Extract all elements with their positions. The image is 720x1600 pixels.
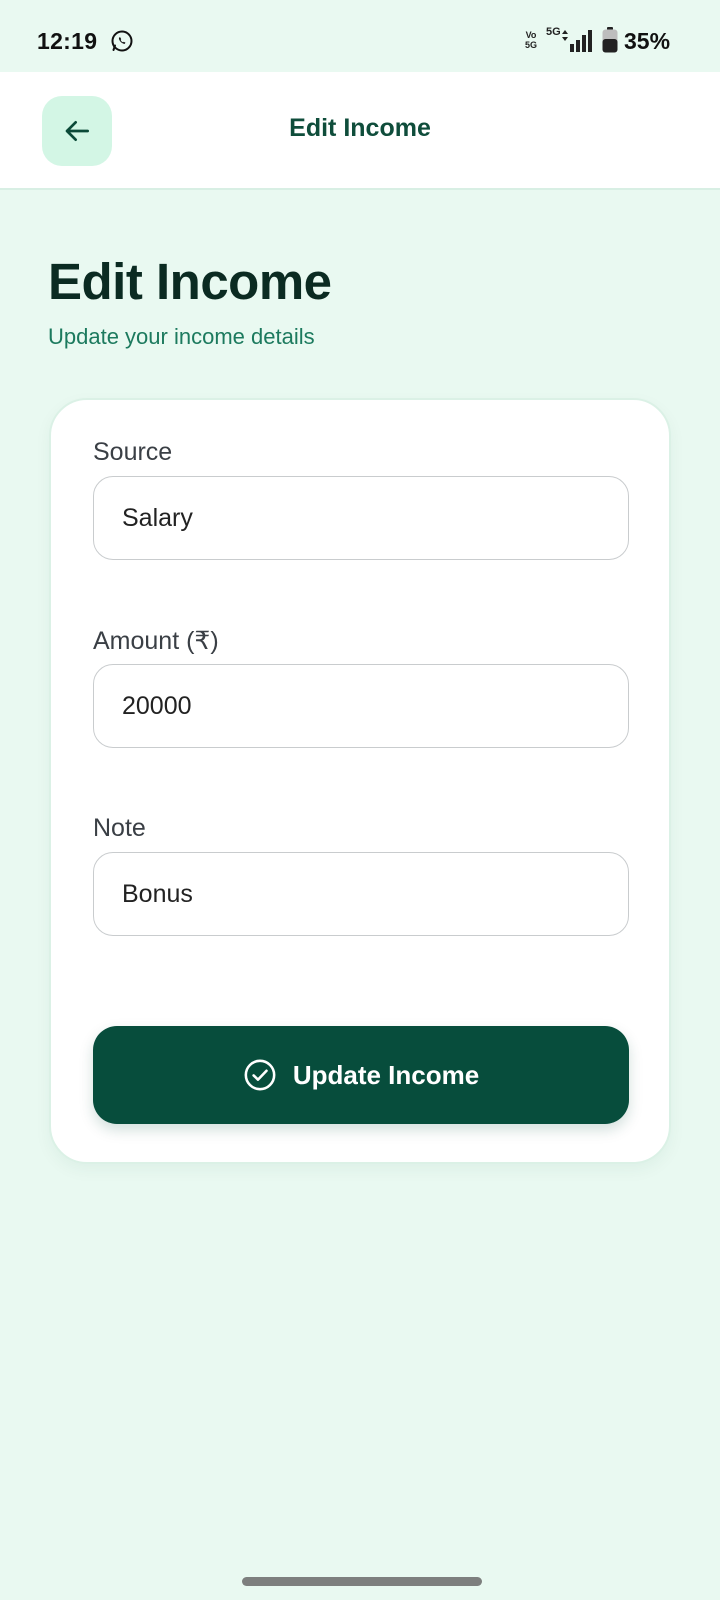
home-indicator[interactable] — [242, 1577, 482, 1586]
app-bar: Edit Income — [0, 72, 720, 190]
volte-icon: Vo 5G — [524, 30, 537, 50]
amount-label: Amount (₹) — [93, 627, 219, 655]
update-income-label: Update Income — [292, 1059, 480, 1090]
check-circle-icon — [244, 1059, 276, 1091]
status-time: 12:19 — [37, 28, 98, 54]
source-label: Source — [93, 438, 173, 466]
note-label: Note — [93, 814, 146, 842]
edit-income-form: Source Amount (₹) Note Update Income — [49, 398, 671, 1164]
source-input[interactable] — [93, 476, 629, 560]
note-input[interactable] — [93, 852, 629, 936]
amount-input[interactable] — [93, 664, 629, 748]
whatsapp-icon — [111, 30, 133, 52]
signal-icon — [562, 30, 592, 52]
page-title: Edit Income — [48, 253, 332, 310]
page-subtitle: Update your income details — [48, 324, 315, 349]
battery-icon — [602, 27, 618, 53]
battery-percentage: 35% — [624, 28, 671, 54]
app-bar-title: Edit Income — [289, 114, 431, 142]
status-bar: 12:19 Vo 5G 5G 35% — [0, 0, 720, 72]
network-type: 5G — [546, 26, 561, 38]
update-income-button[interactable]: Update Income — [93, 1026, 629, 1124]
